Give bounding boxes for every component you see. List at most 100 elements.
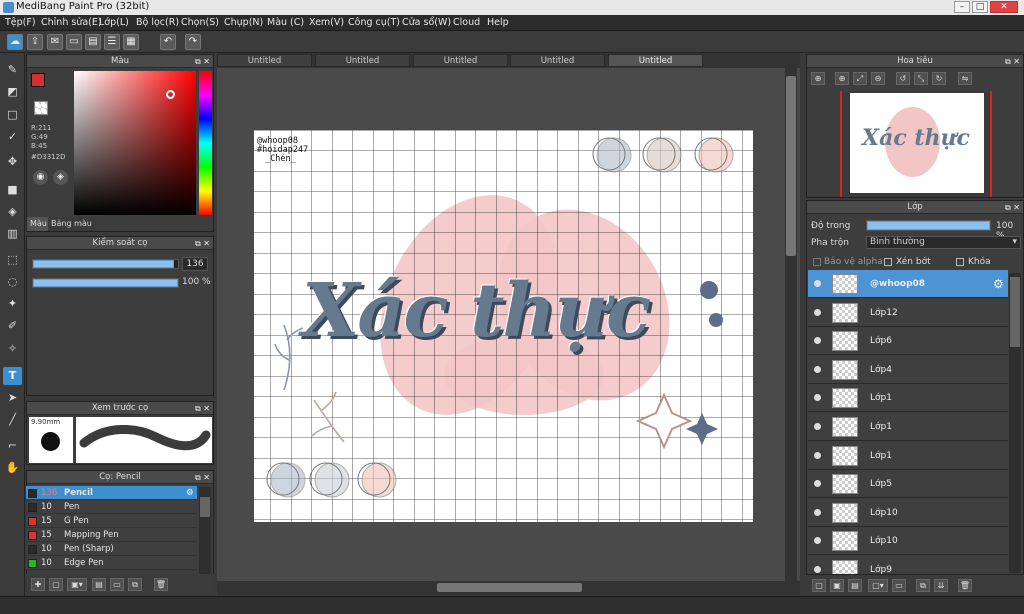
tab-color[interactable]: Màu	[27, 217, 50, 231]
undo-icon[interactable]: ↶	[160, 34, 176, 50]
fit-icon[interactable]: ⤢	[853, 72, 867, 85]
rectangle-tool-icon[interactable]: □	[3, 106, 22, 124]
panel-expand-icon[interactable]: ⧉ ✕	[195, 402, 210, 415]
rotate-left-icon[interactable]: ↺	[896, 72, 910, 85]
menu-window[interactable]: Cửa sổ(W)	[402, 17, 451, 28]
delete-layer-icon[interactable]: 🗑	[958, 579, 972, 592]
magic-wand-icon[interactable]: ✦	[3, 295, 22, 313]
blend-mode-select[interactable]: Bình thường ▾	[866, 236, 1021, 249]
tab-document-4[interactable]: Untitled	[510, 54, 605, 67]
visibility-icon[interactable]	[814, 365, 821, 373]
duplicate-layer-icon[interactable]: ⧉	[916, 579, 930, 592]
select-eraser-icon[interactable]: ✧	[3, 340, 22, 358]
bucket-tool-icon[interactable]: ◈	[3, 203, 22, 221]
check-tool-icon[interactable]: ✓	[3, 128, 22, 146]
brush-settings-icon[interactable]: ⚙	[186, 486, 194, 500]
brush-opacity-slider[interactable]	[32, 278, 179, 288]
hue-slider[interactable]	[199, 71, 212, 215]
visibility-icon[interactable]	[814, 337, 821, 345]
brush-menu-icon[interactable]: ▣▾	[67, 578, 87, 591]
menu-cloud[interactable]: Cloud	[453, 17, 480, 28]
tab-document-1[interactable]: Untitled	[217, 54, 312, 67]
brush-item-mapping-pen[interactable]: 15 Mapping Pen	[26, 528, 197, 542]
document-icon[interactable]: ▤	[85, 34, 101, 50]
layer-row[interactable]: Lớp1	[808, 441, 1008, 470]
tab-palette[interactable]: Bảng màu	[48, 217, 95, 231]
visibility-icon[interactable]	[814, 537, 821, 545]
layer-opacity-slider[interactable]	[866, 220, 991, 231]
panel-expand-icon[interactable]: ⧉ ✕	[1005, 201, 1020, 214]
comment-icon[interactable]: ✉	[47, 34, 63, 50]
tab-document-2[interactable]: Untitled	[315, 54, 410, 67]
folder-icon[interactable]: ▭	[892, 579, 906, 592]
new-layer-icon[interactable]: ▢	[812, 579, 826, 592]
menu-capture[interactable]: Chụp(N)	[224, 17, 263, 28]
lock-checkbox[interactable]	[956, 258, 964, 266]
layer-row[interactable]: Lớp10	[808, 527, 1008, 556]
add-brush-icon[interactable]: ✚	[31, 578, 45, 591]
minimize-button[interactable]: –	[954, 1, 970, 13]
visibility-icon[interactable]	[814, 308, 821, 316]
layer-row[interactable]: Lớp5	[808, 470, 1008, 499]
layer-row[interactable]: Lớp1	[808, 384, 1008, 413]
eraser-tool-icon[interactable]: ◩	[3, 83, 22, 101]
maximize-button[interactable]: □	[972, 1, 988, 13]
folder-icon[interactable]: ▭	[110, 578, 124, 591]
layer-settings-icon[interactable]: ⚙	[993, 277, 1004, 291]
new-color-layer-icon[interactable]: ▣	[830, 579, 844, 592]
menu-color[interactable]: Màu (C)	[267, 17, 304, 28]
menu-view[interactable]: Xem(V)	[309, 17, 344, 28]
text-tool-icon[interactable]: T	[3, 367, 22, 385]
duplicate-icon[interactable]: ⧉	[128, 578, 142, 591]
visibility-icon[interactable]	[814, 451, 821, 459]
redo-icon[interactable]: ↷	[185, 34, 201, 50]
layer-row[interactable]: Lớp1	[808, 413, 1008, 441]
layer-row[interactable]: Lớp4	[808, 355, 1008, 384]
brush-item-pencil[interactable]: 136 Pencil ⚙	[26, 486, 197, 500]
brush-item-pen-sharp[interactable]: 10 Pen (Sharp)	[26, 542, 197, 556]
fill-rect-icon[interactable]: ■	[3, 181, 22, 199]
list-icon[interactable]: ☰	[104, 34, 120, 50]
saturation-value-picker[interactable]	[74, 71, 196, 215]
panel-expand-icon[interactable]: ⧉ ✕	[195, 471, 210, 484]
layer-row[interactable]: Lớp6	[808, 327, 1008, 356]
palette-icon[interactable]: ◉	[33, 170, 48, 185]
rotate-right-icon[interactable]: ↻	[932, 72, 946, 85]
new-brush-icon[interactable]: ▢	[49, 578, 63, 591]
visibility-icon[interactable]	[814, 280, 821, 287]
zoom-in-alt-icon[interactable]: ⊕	[835, 72, 849, 85]
operation-tool-icon[interactable]: ➤	[3, 389, 22, 407]
brush-list-scrollbar[interactable]	[199, 487, 211, 575]
brush-item-g-pen[interactable]: 15 G Pen	[26, 514, 197, 528]
zoom-in-icon[interactable]: ⊕	[811, 72, 825, 85]
layer-scrollbar[interactable]	[1009, 273, 1021, 573]
select-pen-icon[interactable]: ✐	[3, 317, 22, 335]
menu-tools[interactable]: Công cụ(T)	[348, 17, 400, 28]
menu-file[interactable]: Tệp(F)	[5, 17, 36, 28]
clipping-checkbox[interactable]	[884, 258, 892, 266]
eyedropper-icon[interactable]: ⌐	[3, 437, 22, 455]
zoom-out-icon[interactable]: ⊖	[871, 72, 885, 85]
layer-row[interactable]: Lớp12	[808, 298, 1008, 327]
upload-icon[interactable]: ⇪	[27, 34, 43, 50]
divide-tool-icon[interactable]: ╱	[3, 411, 22, 429]
vertical-scrollbar[interactable]	[785, 68, 797, 581]
visibility-icon[interactable]	[814, 423, 821, 430]
select-rect-icon[interactable]: ⬚	[3, 251, 22, 269]
brush-item-edge-pen[interactable]: 10 Edge Pen	[26, 556, 197, 570]
flip-icon[interactable]: ⇋	[958, 72, 972, 85]
gradient-tool-icon[interactable]: ▥	[3, 225, 22, 243]
horizontal-scrollbar[interactable]	[217, 581, 800, 595]
menu-select[interactable]: Chọn(S)	[181, 17, 219, 28]
lasso-tool-icon[interactable]: ◌	[3, 273, 22, 291]
protect-alpha-checkbox[interactable]	[813, 258, 821, 266]
grid-icon[interactable]: ▦	[123, 34, 139, 50]
visibility-icon[interactable]	[814, 566, 821, 573]
artwork-canvas[interactable]: @whoop08 #hoidap247 _Chén_ Xác thực	[254, 130, 753, 522]
menu-edit[interactable]: Chỉnh sửa(E)	[41, 17, 102, 28]
picker-cursor[interactable]	[166, 90, 175, 99]
cloud-icon[interactable]: ☁	[7, 34, 23, 50]
visibility-icon[interactable]	[814, 508, 821, 516]
move-tool-icon[interactable]: ✥	[3, 153, 22, 171]
panel-expand-icon[interactable]: ⧉ ✕	[1005, 55, 1020, 68]
